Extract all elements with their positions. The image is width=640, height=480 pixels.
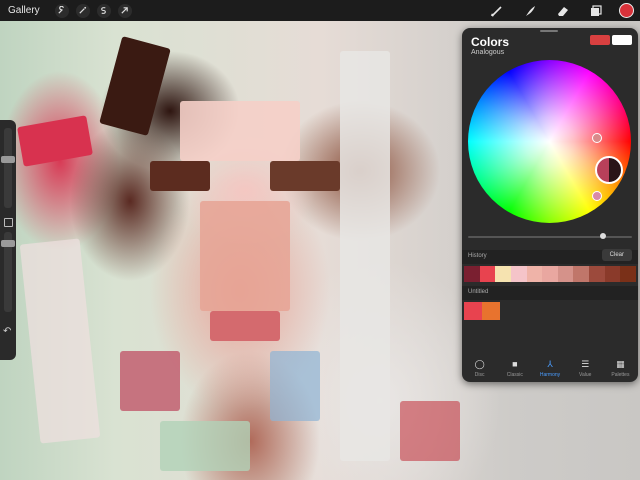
history-swatch[interactable] — [526, 266, 543, 282]
paint-stroke — [200, 201, 290, 311]
panel-title: Colors — [471, 35, 510, 49]
paint-stroke — [150, 161, 210, 191]
paint-stroke — [120, 351, 180, 411]
tab-palettes[interactable]: ▦ Palettes — [603, 358, 638, 382]
palette-header: Untitled — [462, 286, 638, 300]
opacity-thumb[interactable] — [1, 240, 15, 247]
harmony-marker[interactable] — [592, 191, 602, 201]
primary-color-swatch[interactable] — [590, 35, 610, 45]
classic-square-icon: ■ — [512, 359, 518, 369]
brush-size-slider[interactable] — [1, 128, 15, 208]
harmony-marker[interactable] — [592, 133, 602, 143]
tab-value[interactable]: ☰ Value — [568, 358, 603, 382]
left-sidebar: ↶ — [0, 120, 16, 360]
history-header: History Clear — [462, 249, 638, 264]
undo-icon[interactable]: ↶ — [3, 326, 11, 337]
paint-stroke — [180, 101, 300, 161]
panel-handle[interactable] — [540, 30, 558, 32]
paint-stroke — [160, 421, 250, 471]
history-swatch[interactable] — [589, 266, 605, 282]
modify-button[interactable] — [4, 218, 13, 227]
paint-stroke — [17, 115, 93, 167]
eraser-icon[interactable] — [553, 3, 573, 19]
paint-stroke — [99, 36, 171, 136]
arrow-transform-icon[interactable] — [117, 3, 132, 18]
opacity-slider[interactable] — [1, 232, 15, 312]
history-swatch[interactable] — [573, 266, 590, 282]
paint-stroke — [400, 401, 460, 461]
brush-icon[interactable] — [487, 3, 507, 19]
tab-label: Classic — [506, 372, 523, 378]
tab-label: Disc — [474, 372, 485, 378]
gallery-button[interactable]: Gallery — [8, 5, 40, 16]
value-sliders-icon: ☰ — [581, 359, 590, 369]
brightness-thumb[interactable] — [600, 233, 606, 239]
current-color-button[interactable] — [619, 3, 634, 18]
palette-swatch[interactable] — [482, 302, 500, 320]
color-mode-tabs: ◯ Disc ■ Classic ⅄ Harmony ☰ Value ▦ Pal… — [462, 358, 638, 382]
secondary-color-swatch[interactable] — [612, 35, 632, 45]
harmony-mode-label[interactable]: Analogous — [471, 49, 504, 56]
disc-icon: ◯ — [474, 359, 485, 369]
history-swatch[interactable] — [604, 266, 621, 282]
history-swatch[interactable] — [464, 266, 480, 282]
harmony-color-wheel[interactable] — [468, 60, 631, 223]
primary-color-marker[interactable] — [595, 156, 623, 184]
history-swatches — [464, 266, 637, 282]
history-swatch[interactable] — [542, 266, 558, 282]
brightness-slider[interactable] — [468, 236, 632, 238]
history-swatch[interactable] — [495, 266, 511, 282]
layers-icon[interactable] — [586, 3, 606, 19]
tab-disc[interactable]: ◯ Disc — [462, 358, 497, 382]
tab-label: Value — [579, 372, 592, 378]
palette-swatches — [464, 302, 500, 320]
clear-history-button[interactable]: Clear — [601, 249, 632, 261]
paint-stroke — [210, 311, 280, 341]
palette-swatch[interactable] — [464, 302, 482, 320]
history-label: History — [468, 253, 487, 259]
colors-panel: Colors Analogous History Clear Untitled … — [462, 28, 638, 382]
history-swatch[interactable] — [510, 266, 527, 282]
tab-classic[interactable]: ■ Classic — [497, 358, 532, 382]
paint-stroke — [270, 351, 320, 421]
history-swatch[interactable] — [479, 266, 496, 282]
brush-size-thumb[interactable] — [1, 156, 15, 163]
palettes-grid-icon: ▦ — [616, 359, 625, 369]
paint-stroke — [340, 51, 390, 461]
magic-wand-icon[interactable] — [75, 3, 90, 18]
history-swatch[interactable] — [557, 266, 574, 282]
wrench-icon[interactable] — [54, 3, 69, 18]
palette-label[interactable]: Untitled — [468, 289, 488, 295]
top-toolbar: Gallery — [0, 0, 640, 21]
paint-stroke — [19, 238, 101, 444]
tab-harmony[interactable]: ⅄ Harmony — [532, 358, 567, 382]
paint-stroke — [270, 161, 340, 191]
selection-s-icon[interactable] — [96, 3, 111, 18]
tab-label: Harmony — [539, 372, 561, 378]
history-swatch[interactable] — [620, 266, 637, 282]
harmony-icon: ⅄ — [547, 359, 553, 369]
smudge-icon[interactable] — [520, 3, 540, 19]
tab-label: Palettes — [611, 372, 630, 378]
